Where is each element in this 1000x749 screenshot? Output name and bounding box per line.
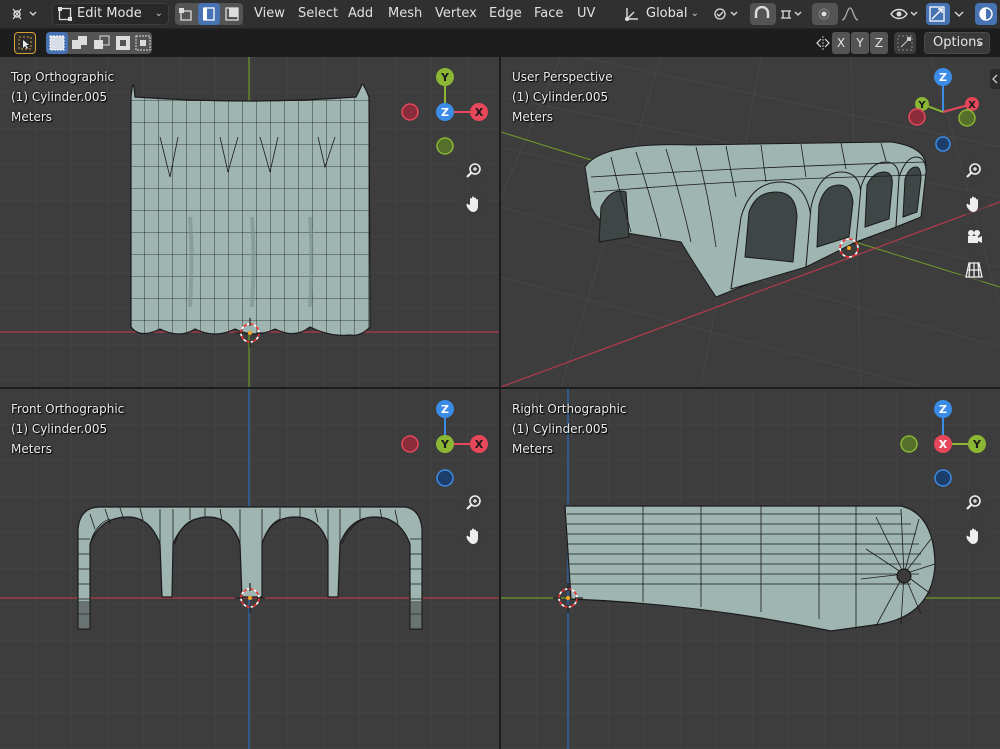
snap-icon[interactable] — [750, 3, 776, 25]
hand-pan-icon[interactable] — [460, 522, 488, 550]
edge-select-icon[interactable] — [198, 3, 220, 25]
svg-text:X: X — [939, 438, 948, 451]
chevron-down-icon: ⌄ — [154, 8, 163, 19]
hand-pan-icon[interactable] — [960, 190, 988, 218]
menu-view[interactable]: View — [254, 3, 285, 25]
overlay-icon[interactable] — [886, 3, 922, 25]
axis-z-toggle[interactable]: Z — [870, 32, 888, 54]
mode-label: Edit Mode — [77, 6, 142, 21]
object-name: (1) Cylinder.005 — [11, 422, 108, 436]
viewport-top-orthographic[interactable]: Top Orthographic (1) Cylinder.005 Meters… — [0, 57, 499, 387]
svg-text:X: X — [475, 438, 484, 451]
zoom-icon[interactable] — [960, 489, 988, 517]
viewport-front-orthographic[interactable]: Front Orthographic (1) Cylinder.005 Mete… — [0, 389, 499, 749]
object-name: (1) Cylinder.005 — [11, 90, 108, 104]
zoom-icon[interactable] — [460, 489, 488, 517]
menu-mesh[interactable]: Mesh — [388, 3, 422, 25]
transform-orientation-icon — [625, 8, 638, 21]
grid-icon[interactable] — [960, 256, 988, 284]
options-dropdown[interactable]: Options ⌄ — [924, 32, 990, 54]
viewport-right-orthographic[interactable]: Right Orthographic (1) Cylinder.005 Mete… — [501, 389, 1000, 749]
chevron-down-icon: ⌄ — [690, 8, 699, 19]
axis-y-toggle[interactable]: Y — [851, 32, 869, 54]
view-name: Right Orthographic — [512, 402, 627, 416]
mirror-icon[interactable] — [812, 32, 834, 54]
navigation-gizmo[interactable]: Z X Y — [397, 396, 493, 492]
auto-merge-icon[interactable] — [894, 32, 916, 54]
navigation-gizmo[interactable]: Z Y X — [897, 64, 993, 160]
viewport-info: Right Orthographic (1) Cylinder.005 Mete… — [512, 399, 627, 459]
svg-text:Z: Z — [441, 403, 449, 416]
select-new-icon[interactable] — [46, 32, 68, 54]
menu-uv[interactable]: UV — [577, 3, 595, 25]
proportional-icon[interactable] — [812, 3, 838, 25]
menu-vertex[interactable]: Vertex — [435, 3, 477, 25]
editor-type-button[interactable] — [8, 3, 37, 25]
menu-face[interactable]: Face — [534, 3, 563, 25]
camera-icon[interactable] — [960, 223, 988, 251]
snap-target-icon[interactable] — [777, 3, 807, 25]
view-name: Top Orthographic — [11, 70, 115, 84]
view-name: Front Orthographic — [11, 402, 125, 416]
falloff-icon[interactable] — [838, 3, 868, 25]
viewport-header: Edit Mode ⌄ View Select Add Mesh Vertex … — [0, 0, 1000, 29]
viewport-info: User Perspective (1) Cylinder.005 Meters — [512, 67, 613, 127]
mode-dropdown[interactable]: Edit Mode ⌄ — [52, 3, 169, 25]
units-label: Meters — [512, 442, 554, 456]
select-extend-icon[interactable] — [68, 32, 90, 54]
svg-text:Z: Z — [441, 106, 449, 119]
units-label: Meters — [11, 110, 53, 124]
axis-x-toggle[interactable]: X — [832, 32, 850, 54]
navigation-gizmo[interactable]: Y X Z — [397, 64, 493, 160]
transform-orientation-dropdown[interactable]: Global ⌄ — [619, 3, 705, 25]
cursor-select-icon[interactable] — [14, 32, 36, 54]
viewport-user-perspective[interactable]: User Perspective (1) Cylinder.005 Meters… — [501, 57, 1000, 387]
pivot-icon[interactable] — [710, 3, 746, 25]
menu-add[interactable]: Add — [348, 3, 373, 25]
viewport-info: Top Orthographic (1) Cylinder.005 Meters — [11, 67, 114, 127]
face-select-icon[interactable] — [221, 3, 243, 25]
chevron-down-icon[interactable] — [950, 3, 970, 25]
svg-text:Y: Y — [440, 71, 450, 84]
viewport-shading-icon[interactable] — [975, 3, 997, 25]
chevron-down-icon: ⌄ — [975, 37, 984, 48]
zoom-icon[interactable] — [460, 157, 488, 185]
vertex-select-icon[interactable] — [175, 3, 197, 25]
xray-icon[interactable] — [926, 3, 950, 25]
hand-pan-icon[interactable] — [460, 190, 488, 218]
svg-text:Z: Z — [939, 71, 947, 84]
svg-text:Y: Y — [440, 438, 450, 451]
zoom-icon[interactable] — [960, 157, 988, 185]
svg-text:X: X — [475, 106, 484, 119]
hand-pan-icon[interactable] — [960, 522, 988, 550]
svg-text:Y: Y — [972, 438, 982, 451]
object-name: (1) Cylinder.005 — [512, 90, 609, 104]
viewport-info: Front Orthographic (1) Cylinder.005 Mete… — [11, 399, 124, 459]
navigation-gizmo[interactable]: Z Y X — [897, 396, 993, 492]
orientation-label: Global — [646, 6, 688, 21]
edit-mode-icon — [58, 7, 72, 21]
tool-header: X Y Z Options ⌄ — [0, 29, 1000, 57]
sidebar-toggle[interactable] — [990, 69, 1000, 89]
units-label: Meters — [512, 110, 554, 124]
object-name: (1) Cylinder.005 — [512, 422, 609, 436]
select-intersect-icon[interactable] — [132, 32, 154, 54]
select-subtract-icon[interactable] — [90, 32, 112, 54]
select-difference-icon[interactable] — [112, 32, 134, 54]
svg-text:X: X — [968, 100, 976, 111]
units-label: Meters — [11, 442, 53, 456]
view-name: User Perspective — [512, 70, 613, 84]
menu-select[interactable]: Select — [298, 3, 338, 25]
svg-text:Z: Z — [939, 403, 947, 416]
menu-edge[interactable]: Edge — [489, 3, 522, 25]
